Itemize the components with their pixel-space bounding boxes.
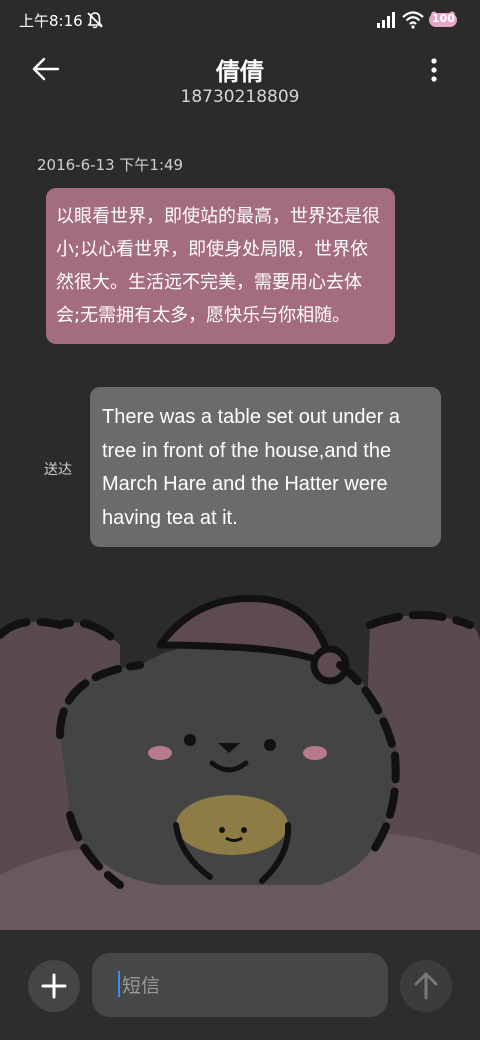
- contact-name: 倩倩: [216, 58, 264, 86]
- arrow-up-icon: [414, 972, 438, 1000]
- incoming-message-bubble[interactable]: 以眼看世界，即使站的最高，世界还是很小;以心看世界，即使身处局限，世界依然很大。…: [46, 188, 395, 344]
- outgoing-message-bubble[interactable]: There was a table set out under a tree i…: [90, 387, 441, 547]
- status-time: 上午8:16: [19, 12, 83, 30]
- message-input[interactable]: [120, 967, 364, 1005]
- wifi-icon: [402, 11, 424, 29]
- add-attachment-button[interactable]: [28, 960, 80, 1012]
- plus-icon: [41, 973, 67, 999]
- battery-level: 100: [432, 12, 455, 25]
- status-bar: 上午8:16 100: [0, 0, 480, 40]
- vertical-ellipsis-icon[interactable]: [424, 56, 444, 84]
- cellular-signal-icon: [377, 12, 395, 28]
- wallpaper-illustration: [0, 594, 480, 930]
- delivery-status: 送达: [44, 462, 72, 478]
- bell-muted-icon: [87, 12, 103, 29]
- message-input-container[interactable]: [92, 953, 388, 1017]
- contact-phone-number: 18730218809: [180, 87, 300, 107]
- send-button[interactable]: [400, 960, 452, 1012]
- message-timestamp: 2016-6-13 下午1:49: [37, 156, 184, 174]
